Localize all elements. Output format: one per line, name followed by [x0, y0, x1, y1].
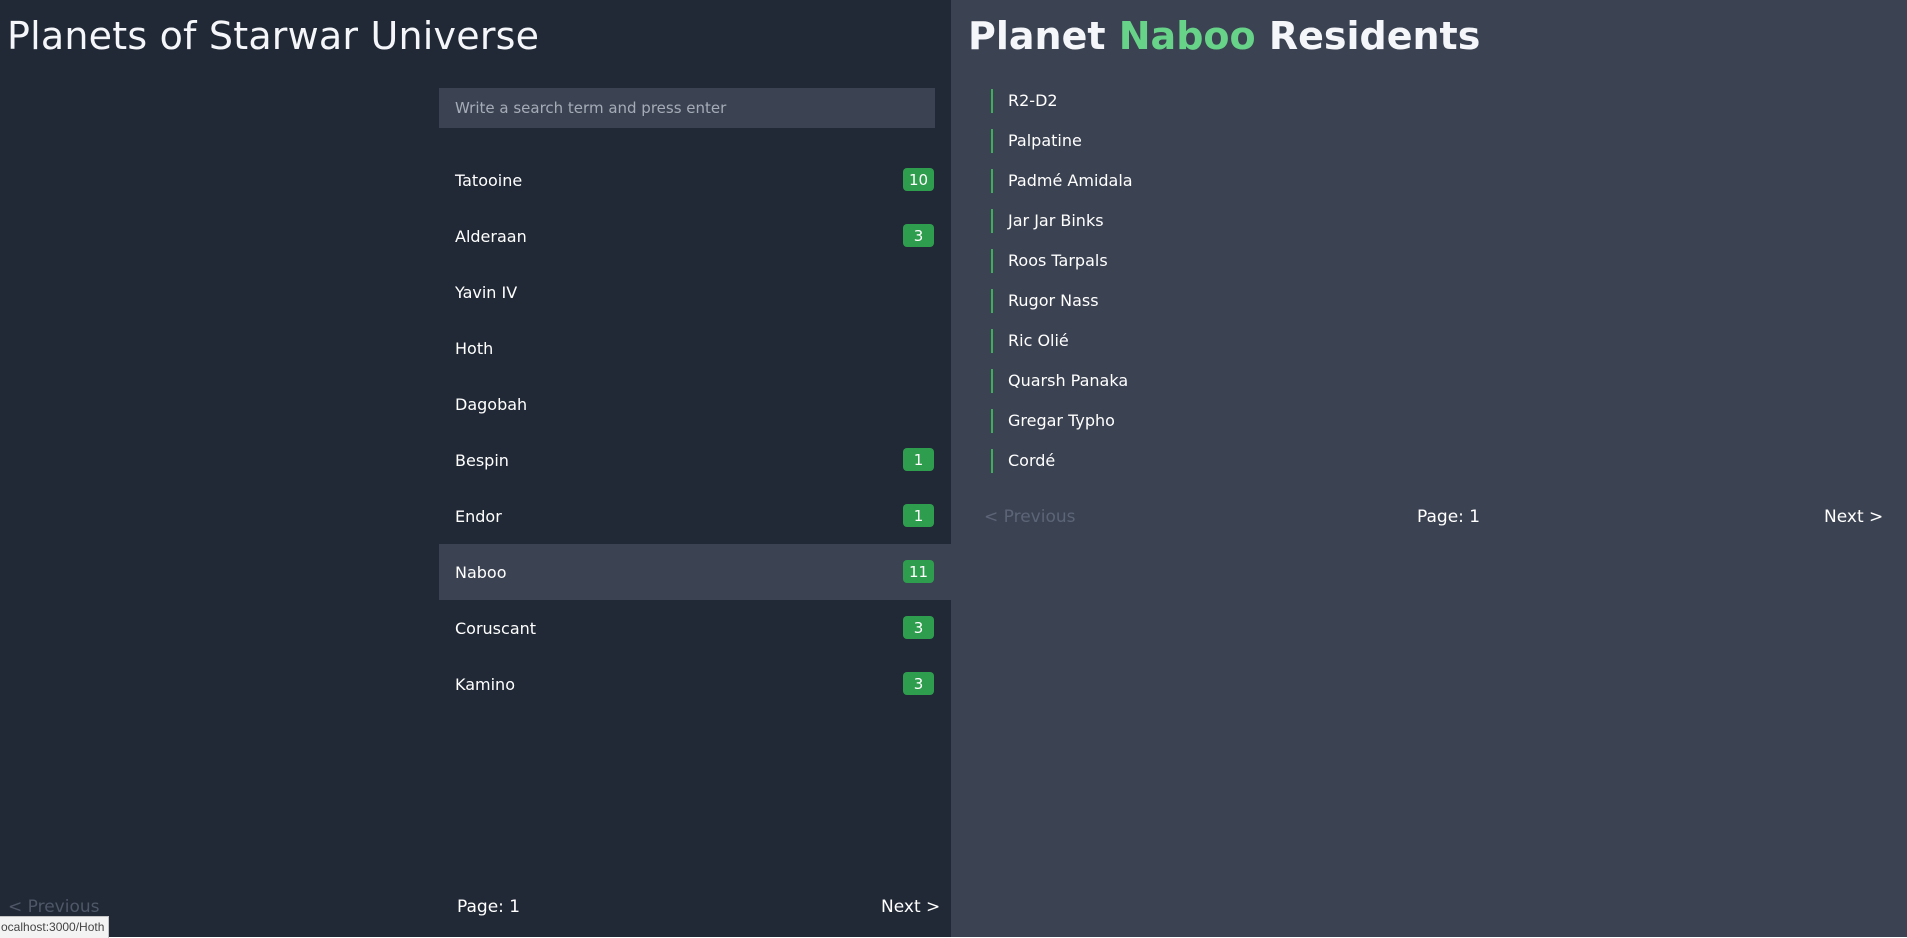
resident-name: Palpatine [1008, 131, 1082, 150]
resident-accent-bar [991, 289, 993, 313]
next-page-button[interactable]: Next > [881, 897, 940, 917]
planet-name: Alderaan [455, 226, 527, 246]
planet-list-item[interactable]: Kamino 3 [439, 656, 951, 712]
planet-list-item[interactable]: Hoth [439, 320, 951, 376]
planet-list-item[interactable]: Alderaan 3 [439, 208, 951, 264]
planet-list-item[interactable]: Naboo 11 [439, 544, 951, 600]
previous-page-button[interactable]: < Previous [8, 897, 100, 917]
resident-name: Rugor Nass [1008, 291, 1099, 310]
planet-name: Tatooine [455, 170, 523, 190]
resident-name: Roos Tarpals [1008, 251, 1108, 270]
planet-list-item[interactable]: Dagobah [439, 376, 951, 432]
resident-count-badge: 11 [903, 560, 935, 583]
planet-name: Coruscant [455, 618, 537, 638]
status-bar-url: ocalhost:3000/Hoth [0, 916, 109, 938]
resident-accent-bar [991, 409, 993, 433]
planet-name: Bespin [455, 450, 509, 470]
planet-name: Dagobah [455, 394, 528, 414]
residents-panel: Planet Naboo Residents R2-D2 Palpatine Pad… [951, 0, 1907, 937]
planet-name: Naboo [455, 562, 507, 582]
planet-name: Kamino [455, 674, 515, 694]
resident-count-badge: 1 [903, 448, 934, 471]
resident-accent-bar [991, 329, 993, 353]
planet-list-item[interactable]: Coruscant 3 [439, 600, 951, 656]
resident-accent-bar [991, 369, 993, 393]
planet-name: Yavin IV [455, 282, 518, 302]
planet-list-item[interactable]: Tatooine 10 [439, 152, 951, 208]
resident-name: R2-D2 [1008, 91, 1058, 110]
title-suffix: Residents [1268, 14, 1481, 58]
resident-accent-bar [991, 129, 993, 153]
resident-name: Cordé [1008, 451, 1056, 470]
resident-count-badge: 10 [903, 168, 935, 191]
resident-name: Quarsh Panaka [1008, 371, 1129, 390]
resident-count-badge: 3 [903, 616, 934, 639]
planet-name: Endor [455, 506, 502, 526]
planet-list-item[interactable]: Bespin 1 [439, 432, 951, 488]
resident-accent-bar [991, 89, 993, 113]
page-indicator: Page: 1 [457, 897, 521, 917]
residents-previous-button[interactable]: < Previous [984, 507, 1076, 527]
resident-accent-bar [991, 169, 993, 193]
resident-name: Gregar Typho [1008, 411, 1115, 430]
residents-next-button[interactable]: Next > [1824, 507, 1883, 527]
page-title: Planets of Starwar Universe [7, 14, 540, 58]
planet-name: Hoth [455, 338, 494, 358]
planets-panel: Planets of Starwar Universe Tatooine 10 Al… [0, 0, 951, 938]
resident-name: Ric Olié [1008, 331, 1069, 350]
resident-count-badge: 3 [903, 672, 934, 695]
resident-name: Jar Jar Binks [1008, 211, 1104, 230]
residents-page-indicator: Page: 1 [1417, 507, 1481, 527]
app-root: Planets of Starwar Universe Tatooine 10 Al… [0, 0, 1907, 938]
planet-list-item[interactable]: Yavin IV [439, 264, 951, 320]
resident-count-badge: 3 [903, 224, 934, 247]
title-prefix: Planet [968, 14, 1106, 58]
residents-title: Planet Naboo Residents [968, 14, 1480, 58]
planet-list: Tatooine 10 Alderaan 3 Yavin IV Hoth Dagobah Be… [439, 152, 951, 712]
resident-name: Padmé Amidala [1008, 171, 1133, 190]
planet-list-item[interactable]: Endor 1 [439, 488, 951, 544]
resident-accent-bar [991, 209, 993, 233]
resident-accent-bar [991, 449, 993, 473]
resident-count-badge: 1 [903, 504, 934, 527]
search-input[interactable] [439, 88, 935, 128]
resident-accent-bar [991, 249, 993, 273]
planet-name-highlight: Naboo [1118, 14, 1256, 58]
